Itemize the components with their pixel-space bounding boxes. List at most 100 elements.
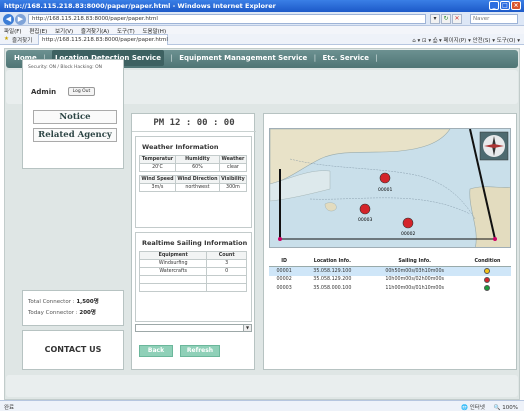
home-icon[interactable]: ⌂ ▾ — [412, 38, 420, 44]
zoom-icon[interactable]: 🔍 — [494, 405, 501, 411]
footer-strip — [6, 375, 518, 397]
humidity-value: 60% — [174, 163, 220, 172]
status-text: 완료 — [4, 405, 15, 411]
today-connector-value: 200명 — [79, 310, 96, 316]
equipment-select[interactable]: ▼ — [135, 324, 252, 332]
table-row — [138, 275, 247, 284]
favorites-label[interactable]: 즐겨찾기 — [12, 36, 32, 44]
sailing-header: Count — [206, 251, 247, 260]
column-header-condition[interactable]: Condition — [463, 257, 511, 267]
temperature-value: 20'C — [139, 163, 176, 172]
refresh-icon[interactable]: ↻ — [441, 14, 451, 24]
user-panel: Security: ON / Block Hacking: ON Admin L… — [22, 59, 124, 169]
weather-box: Weather Information Temperatur Humidity … — [135, 136, 252, 228]
sailing-header: Equipment — [138, 251, 208, 260]
logout-button[interactable]: Log Out — [68, 87, 95, 96]
dropdown-arrow-icon[interactable]: ▾ — [430, 14, 440, 24]
browser-tab[interactable]: http://168.115.218.83:8000/paper/paper.h… — [38, 34, 168, 45]
window-title: http://168.115.218.83:8000/paper/paper.h… — [4, 2, 276, 10]
total-connector-label: Total Connector : — [28, 299, 75, 305]
location-cell: 35.058.000.100 — [313, 285, 352, 291]
globe-icon: 🌐 — [461, 405, 468, 411]
refresh-button[interactable]: Refresh — [180, 345, 220, 357]
sailing-box: Realtime Sailing Information Equipment C… — [135, 232, 252, 322]
weather-header: Temperatur — [139, 155, 176, 164]
back-arrow-icon[interactable]: ◀ — [3, 14, 14, 25]
column-header-id[interactable]: ID — [269, 257, 300, 267]
condition-indicator — [484, 268, 491, 274]
today-connector-label: Today Connector : — [28, 310, 78, 316]
id-cell: 00002 — [276, 277, 292, 283]
column-header-location[interactable]: Location Info. — [299, 257, 366, 267]
total-connector-value: 1,500명 — [76, 299, 99, 305]
location-cell: 35.058.129.200 — [313, 277, 352, 283]
nav-equipment-management[interactable]: Equipment Management Service — [179, 54, 307, 62]
marker-label: 00003 — [358, 217, 372, 223]
weather-header: Humidity — [174, 155, 220, 164]
weather-header: Weather — [218, 155, 248, 164]
contact-us-button[interactable]: CONTACT US — [22, 330, 124, 370]
notice-button[interactable]: Notice — [33, 110, 117, 124]
close-button[interactable]: × — [511, 1, 521, 10]
wind-speed-value: 3m/s — [139, 183, 176, 192]
device-table: ID Location Info. Sailing Info. Conditio… — [269, 257, 511, 293]
compass-icon — [479, 131, 509, 161]
weather-value: clear — [218, 163, 248, 172]
weather-title: Weather Information — [142, 143, 219, 151]
table-row[interactable]: 00001 35.058.129.100 00h50m00s/03h10m00s — [269, 266, 511, 276]
sailing-cell: 11h00m00s/01h10m00s — [385, 285, 444, 291]
weather-header: Wind Direction — [174, 175, 220, 184]
condition-indicator — [484, 276, 491, 283]
sea-map[interactable]: 00001 00003 00002 — [269, 128, 511, 248]
command-bar[interactable]: ⌂ ▾ ⊡ ▾ ⎙ ▾ 페이지(P) ▾ 안전(S) ▾ 도구(O) ▾ — [412, 36, 520, 45]
condition-indicator — [484, 285, 491, 291]
zoom-level[interactable]: 100% — [502, 405, 518, 411]
stop-icon[interactable]: ✕ — [452, 14, 462, 24]
feeds-icon[interactable]: ⊡ ▾ — [422, 38, 431, 44]
minimize-button[interactable]: _ — [489, 1, 499, 10]
sailing-table: Equipment Count Windsurfing 3 Watercraft… — [138, 251, 247, 292]
address-input[interactable]: http://168.115.218.83:8000/paper/paper.h… — [28, 14, 426, 24]
weather-header: Wind Speed — [139, 175, 176, 184]
search-input[interactable]: Naver — [470, 14, 518, 24]
info-panel: PM 12 : 00 : 00 Weather Information Temp… — [131, 113, 256, 370]
marker-label: 00001 — [378, 187, 392, 193]
back-button[interactable]: Back — [139, 345, 173, 357]
related-agency-button[interactable]: Related Agency — [33, 128, 117, 142]
table-row[interactable]: 00003 35.058.000.100 11h00m00s/01h10m00s — [269, 284, 511, 293]
equipment-cell: Watercrafts — [138, 267, 208, 276]
table-row: Windsurfing 3 — [138, 259, 247, 268]
equipment-cell: Windsurfing — [138, 259, 208, 268]
admin-label: Admin — [31, 88, 57, 96]
marker-label: 00002 — [401, 231, 415, 237]
tab-title: http://168.115.218.83:8000/paper/paper.h… — [42, 37, 168, 43]
connector-counter: Total Connector : 1,500명 Today Connector… — [22, 290, 124, 326]
map-panel: 00001 00003 00002 ID Location Info. Sail… — [263, 113, 517, 370]
count-cell: 0 — [206, 267, 247, 276]
wind-direction-value: northwest — [174, 183, 220, 192]
zone-label: 인터넷 — [469, 405, 485, 411]
weather-header: Visibility — [218, 175, 248, 184]
menu-bar: 파일(F) 편집(E) 보기(V) 즐겨찾기(A) 도구(T) 도움말(H) — [0, 26, 524, 35]
table-row[interactable]: 00002 35.058.129.200 10h00m00s/02h00m00s — [269, 276, 511, 285]
address-toolbar: ◀ ▶ http://168.115.218.83:8000/paper/pap… — [0, 12, 524, 26]
id-cell: 00003 — [276, 285, 292, 291]
sailing-cell: 00h50m00s/03h10m00s — [365, 266, 464, 276]
count-cell: 3 — [206, 259, 247, 268]
id-cell: 00001 — [269, 266, 300, 276]
chevron-down-icon[interactable]: ▼ — [243, 325, 251, 331]
table-row — [138, 283, 247, 292]
visibility-value: 300m — [218, 183, 248, 192]
map-graphic: 00001 00003 00002 — [270, 129, 510, 247]
maximize-button[interactable]: □ — [500, 1, 510, 10]
nav-etc-service[interactable]: Etc. Service — [322, 54, 368, 62]
sailing-title: Realtime Sailing Information — [142, 239, 248, 247]
command-items[interactable]: 페이지(P) ▾ 안전(S) ▾ 도구(O) ▾ — [444, 38, 520, 44]
forward-arrow-icon[interactable]: ▶ — [15, 14, 26, 25]
clock-display: PM 12 : 00 : 00 — [132, 114, 256, 132]
sailing-cell: 10h00m00s/02h00m00s — [385, 277, 444, 283]
window-titlebar: http://168.115.218.83:8000/paper/paper.h… — [0, 0, 524, 12]
column-header-sailing[interactable]: Sailing Info. — [365, 257, 464, 267]
star-icon[interactable]: ★ — [4, 36, 9, 42]
print-icon[interactable]: ⎙ ▾ — [433, 38, 442, 44]
